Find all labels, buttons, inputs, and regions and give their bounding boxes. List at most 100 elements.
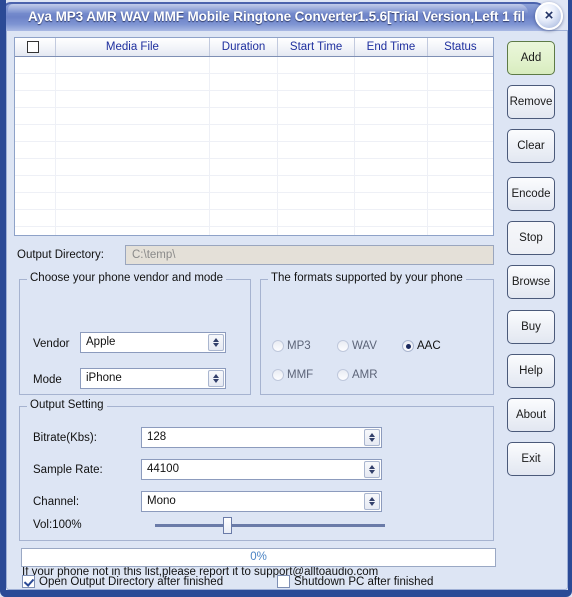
table-cell <box>355 125 428 141</box>
column-header-end-time[interactable]: End Time <box>355 38 428 56</box>
table-cell <box>428 227 493 235</box>
encode-button[interactable]: Encode <box>507 177 555 211</box>
table-cell <box>56 74 211 90</box>
table-row[interactable] <box>15 159 493 176</box>
table-cell <box>355 74 428 90</box>
radio-icon <box>337 369 349 381</box>
volume-slider-thumb[interactable] <box>223 517 232 534</box>
bitrate-select[interactable]: 128 <box>141 427 382 448</box>
table-cell <box>278 57 356 73</box>
bitrate-label: Bitrate(Kbs): <box>33 432 97 444</box>
exit-button[interactable]: Exit <box>507 442 555 476</box>
bitrate-value: 128 <box>147 431 167 443</box>
table-cell <box>278 108 356 124</box>
column-header-status[interactable]: Status <box>428 38 493 56</box>
checkbox-checked-icon <box>22 575 35 588</box>
table-cell <box>355 108 428 124</box>
column-header-select <box>15 38 56 56</box>
column-header-duration[interactable]: Duration <box>210 38 279 56</box>
chevron-updown-icon[interactable] <box>208 334 224 351</box>
table-row[interactable] <box>15 57 493 74</box>
channel-value: Mono <box>147 495 176 507</box>
table-cell <box>56 193 211 209</box>
table-cell <box>428 176 493 192</box>
remove-button[interactable]: Remove <box>507 85 555 119</box>
media-file-list[interactable]: Media File Duration Start Time End Time … <box>14 37 494 236</box>
format-radio-mp3-label: MP3 <box>287 340 311 352</box>
table-cell <box>210 125 279 141</box>
browse-button[interactable]: Browse <box>507 265 555 299</box>
close-icon: × <box>544 7 554 24</box>
channel-select[interactable]: Mono <box>141 491 382 512</box>
about-button[interactable]: About <box>507 398 555 432</box>
add-button[interactable]: Add <box>507 41 555 75</box>
format-radio-amr[interactable]: AMR <box>337 369 378 382</box>
table-cell <box>15 193 56 209</box>
mode-select-value: iPhone <box>86 372 122 384</box>
progress-bar-label: 0% <box>250 551 267 563</box>
stop-button[interactable]: Stop <box>507 221 555 255</box>
column-header-media-file[interactable]: Media File <box>56 38 211 56</box>
table-row[interactable] <box>15 210 493 227</box>
table-cell <box>210 108 279 124</box>
sample-rate-select[interactable]: 44100 <box>141 459 382 480</box>
sample-rate-value: 44100 <box>147 463 179 475</box>
table-cell <box>428 193 493 209</box>
clear-button[interactable]: Clear <box>507 129 555 163</box>
buy-button[interactable]: Buy <box>507 310 555 344</box>
table-cell <box>355 57 428 73</box>
application-window: Aya MP3 AMR WAV MMF Mobile Ringtone Conv… <box>0 0 572 597</box>
main-content: Media File Duration Start Time End Time … <box>7 33 567 590</box>
output-directory-label: Output Directory: <box>17 249 104 261</box>
file-list-body[interactable] <box>15 57 493 235</box>
chevron-updown-icon[interactable] <box>364 429 380 446</box>
format-radio-wav[interactable]: WAV <box>337 340 377 353</box>
table-cell <box>56 159 211 175</box>
table-row[interactable] <box>15 193 493 210</box>
chevron-updown-icon[interactable] <box>364 461 380 478</box>
table-cell <box>210 159 279 175</box>
table-cell <box>278 176 356 192</box>
table-cell <box>56 57 211 73</box>
chevron-updown-icon[interactable] <box>208 370 224 387</box>
format-radio-aac-label: AAC <box>417 340 441 352</box>
table-cell <box>210 227 279 235</box>
table-cell <box>210 176 279 192</box>
table-cell <box>428 210 493 226</box>
table-row[interactable] <box>15 91 493 108</box>
table-cell <box>56 176 211 192</box>
file-list-header: Media File Duration Start Time End Time … <box>15 38 493 57</box>
volume-slider-track[interactable] <box>155 524 385 527</box>
table-row[interactable] <box>15 227 493 235</box>
table-cell <box>15 91 56 107</box>
format-radio-mmf[interactable]: MMF <box>272 369 313 382</box>
table-row[interactable] <box>15 125 493 142</box>
column-header-start-time[interactable]: Start Time <box>278 38 356 56</box>
table-row[interactable] <box>15 176 493 193</box>
select-all-checkbox[interactable] <box>27 41 39 53</box>
table-row[interactable] <box>15 108 493 125</box>
mode-select[interactable]: iPhone <box>80 368 226 389</box>
table-cell <box>355 91 428 107</box>
chevron-updown-icon[interactable] <box>364 493 380 510</box>
table-cell <box>56 210 211 226</box>
help-button[interactable]: Help <box>507 354 555 388</box>
table-cell <box>15 57 56 73</box>
channel-label: Channel: <box>33 496 80 508</box>
checkbox-icon <box>277 575 290 588</box>
action-button-column: Add Remove Clear Encode Stop Browse Buy Help Abo… <box>503 37 561 517</box>
shutdown-pc-checkbox[interactable]: Shutdown PC after finished <box>277 575 433 589</box>
format-radio-mp3[interactable]: MP3 <box>272 340 311 353</box>
open-output-directory-checkbox[interactable]: Open Output Directory after finished <box>22 575 223 589</box>
vendor-select[interactable]: Apple <box>80 332 226 353</box>
table-row[interactable] <box>15 74 493 91</box>
table-cell <box>15 159 56 175</box>
table-cell <box>428 142 493 158</box>
output-directory-input[interactable]: C:\temp\ <box>125 245 494 265</box>
close-button[interactable]: × <box>535 2 563 30</box>
format-radio-aac[interactable]: AAC <box>402 340 441 353</box>
table-row[interactable] <box>15 142 493 159</box>
table-cell <box>355 142 428 158</box>
table-cell <box>428 159 493 175</box>
table-cell <box>15 176 56 192</box>
